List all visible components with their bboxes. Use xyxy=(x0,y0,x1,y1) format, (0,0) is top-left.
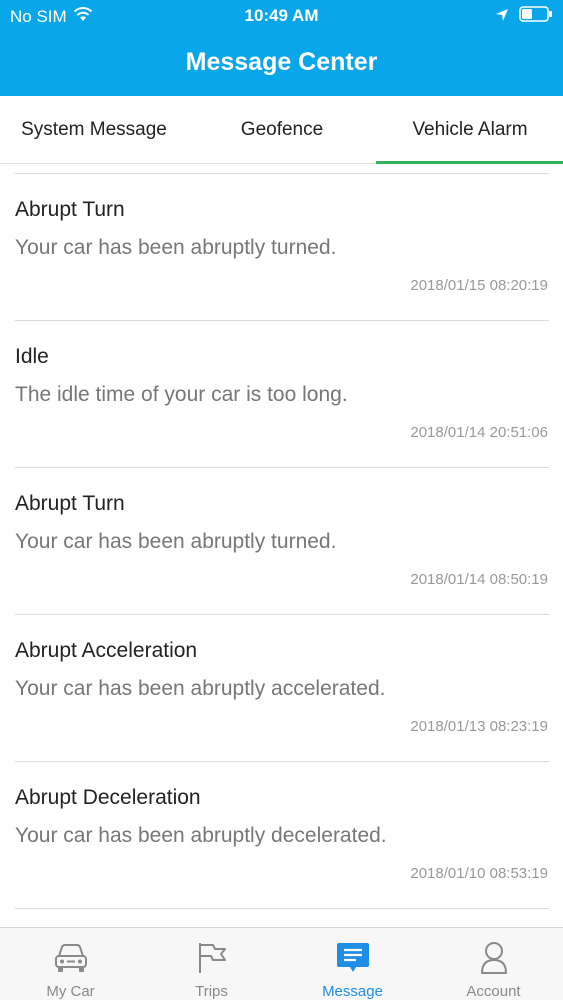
page-title: Message Center xyxy=(185,48,378,76)
message-title: Idle xyxy=(15,345,49,368)
tabbar-account[interactable]: Account xyxy=(423,928,563,1000)
tab-vehicle-alarm[interactable]: Vehicle Alarm xyxy=(376,96,563,164)
flag-icon xyxy=(193,940,231,976)
battery-icon xyxy=(519,6,553,27)
message-timestamp: 2018/01/13 08:23:19 xyxy=(410,718,548,735)
message-timestamp: 2018/01/14 08:50:19 xyxy=(410,571,548,588)
tab-system-message[interactable]: System Message xyxy=(0,96,188,164)
tabbar-label: Trips xyxy=(195,983,228,1000)
location-arrow-icon xyxy=(495,7,509,27)
list-item[interactable]: Abrupt Deceleration Your car has been ab… xyxy=(0,762,563,908)
list-item[interactable]: Abrupt Acceleration Your car has been ab… xyxy=(0,615,563,761)
message-title: Abrupt Acceleration xyxy=(15,639,198,662)
message-title: Abrupt Turn xyxy=(15,198,125,221)
message-tabs: System Message Geofence Vehicle Alarm xyxy=(0,96,563,164)
divider xyxy=(15,908,549,909)
list-item[interactable]: Idle The idle time of your car is too lo… xyxy=(0,321,563,467)
bottom-tab-bar: My Car Trips Message Account xyxy=(0,927,563,1000)
user-icon xyxy=(475,940,513,976)
tabbar-trips[interactable]: Trips xyxy=(141,928,282,1000)
message-timestamp: 2018/01/15 08:20:19 xyxy=(410,277,548,294)
message-timestamp: 2018/01/10 08:53:19 xyxy=(410,865,548,882)
tabbar-label: Message xyxy=(322,983,383,1000)
message-body: Your car has been abruptly accelerated. xyxy=(15,677,386,700)
message-title: Abrupt Deceleration xyxy=(15,786,201,809)
status-bar: No SIM 10:49 AM xyxy=(0,0,563,32)
message-body: The idle time of your car is too long. xyxy=(15,383,348,406)
message-icon xyxy=(334,940,372,976)
message-body: Your car has been abruptly decelerated. xyxy=(15,824,387,847)
message-title: Abrupt Turn xyxy=(15,492,125,515)
message-body: Your car has been abruptly turned. xyxy=(15,236,337,259)
status-time: 10:49 AM xyxy=(244,6,319,25)
list-item[interactable]: Abrupt Turn Your car has been abruptly t… xyxy=(0,468,563,614)
tab-geofence[interactable]: Geofence xyxy=(188,96,376,164)
app-header: No SIM 10:49 AM Message Center xyxy=(0,0,563,96)
message-timestamp: 2018/01/14 20:51:06 xyxy=(410,424,548,441)
message-body: Your car has been abruptly turned. xyxy=(15,530,337,553)
tabbar-label: My Car xyxy=(46,983,95,1000)
list-item[interactable]: Abrupt Turn Your car has been abruptly t… xyxy=(0,174,563,320)
tabbar-my-car[interactable]: My Car xyxy=(0,928,141,1000)
message-list: Abrupt Turn Your car has been abruptly t… xyxy=(0,173,563,909)
tabbar-label: Account xyxy=(466,983,521,1000)
tabbar-message[interactable]: Message xyxy=(282,928,423,1000)
car-icon xyxy=(52,940,90,976)
